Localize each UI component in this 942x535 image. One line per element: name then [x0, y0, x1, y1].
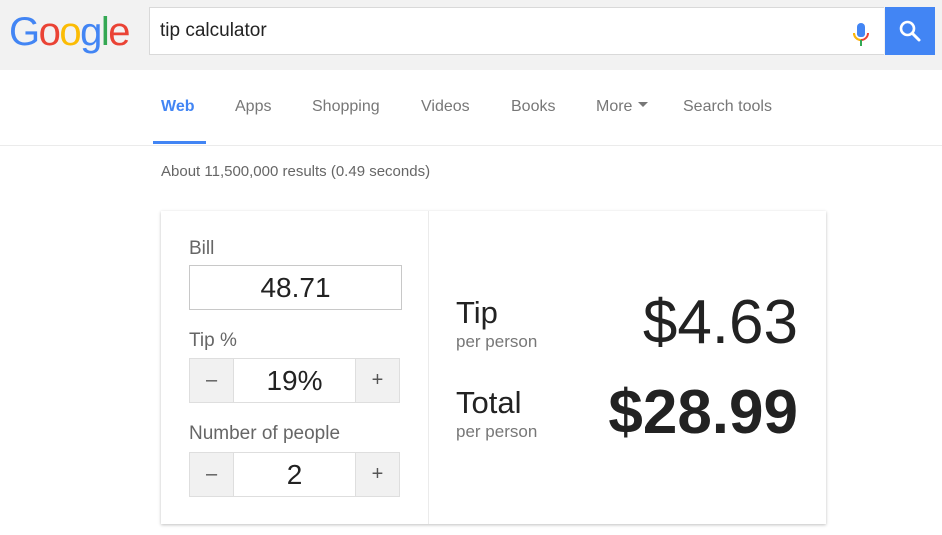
logo-letter: o — [59, 10, 81, 54]
search-nav: Web Apps Shopping Videos Books More Sear… — [0, 70, 942, 146]
tip-per-person-label: per person — [456, 332, 538, 351]
tip-decrease-button[interactable]: – — [189, 358, 234, 403]
search-tools-button[interactable]: Search tools — [683, 98, 772, 116]
tip-percent-label: Tip % — [189, 330, 237, 351]
bill-input[interactable] — [189, 265, 402, 310]
search-icon — [899, 20, 921, 42]
tab-more-label: More — [596, 98, 633, 115]
google-logo[interactable]: Google — [9, 10, 130, 54]
logo-letter: o — [38, 10, 61, 54]
people-label: Number of people — [189, 423, 341, 444]
people-input[interactable] — [234, 452, 355, 497]
tip-result-label: Tip — [456, 295, 498, 330]
logo-letter: G — [9, 10, 40, 54]
tip-percent-input[interactable] — [234, 358, 355, 403]
tab-apps[interactable]: Apps — [235, 98, 271, 116]
people-decrease-button[interactable]: – — [189, 452, 234, 497]
caret-down-icon — [638, 102, 649, 108]
logo-letter: e — [108, 10, 130, 54]
search-box — [149, 7, 884, 55]
header-bar: Google — [0, 0, 942, 70]
tab-books[interactable]: Books — [511, 98, 555, 116]
tip-per-person-value: $4.63 — [642, 288, 798, 357]
search-input[interactable] — [160, 8, 820, 54]
tab-shopping[interactable]: Shopping — [312, 98, 380, 116]
card-divider — [428, 211, 429, 524]
search-button[interactable] — [885, 7, 935, 55]
microphone-icon[interactable] — [851, 21, 871, 49]
total-result-label: Total — [456, 385, 522, 420]
active-tab-indicator — [153, 141, 206, 144]
tip-calculator-card: Bill Tip % – + Number of people – + Tip … — [161, 211, 826, 524]
tab-videos[interactable]: Videos — [421, 98, 470, 116]
logo-letter: g — [80, 10, 102, 54]
tip-percent-stepper: – + — [189, 358, 400, 403]
total-per-person-label: per person — [456, 422, 538, 441]
people-stepper: – + — [189, 452, 400, 497]
total-per-person-value: $28.99 — [608, 378, 798, 447]
tab-more[interactable]: More — [596, 98, 649, 116]
people-increase-button[interactable]: + — [355, 452, 400, 497]
result-stats: About 11,500,000 results (0.49 seconds) — [161, 163, 431, 180]
bill-label: Bill — [189, 238, 215, 259]
logo-letter: l — [100, 10, 110, 54]
tab-web[interactable]: Web — [161, 98, 194, 116]
tip-increase-button[interactable]: + — [355, 358, 400, 403]
